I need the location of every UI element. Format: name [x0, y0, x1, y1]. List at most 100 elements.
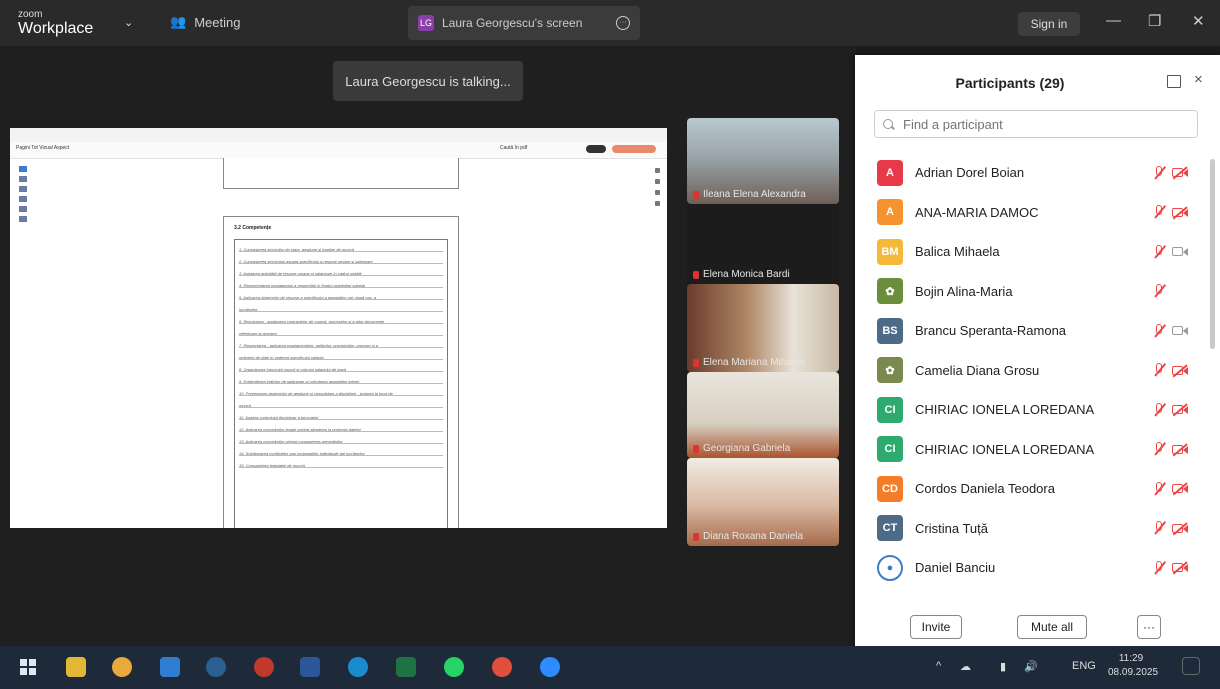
participant-name: Cristina Tuță [915, 520, 988, 536]
windows-start-icon[interactable] [18, 657, 38, 677]
muted-mic-icon[interactable] [1152, 560, 1166, 575]
shared-browser-bar [10, 128, 667, 143]
avatar: CI [877, 396, 903, 423]
muted-mic-icon[interactable] [1152, 205, 1166, 219]
system-clock[interactable]: 11:29 08.09.2025 [1108, 652, 1158, 680]
tray-chevron-icon[interactable]: ^ [936, 660, 941, 672]
word-icon[interactable] [300, 657, 320, 677]
minimize-icon[interactable]: — [1106, 12, 1121, 29]
shared-screen[interactable]: Pagini Tot Vizual Aspect Caută în pdf 3.… [10, 128, 667, 528]
video-tile[interactable]: Diana Roxana Daniela [687, 458, 839, 546]
whatsapp-icon[interactable] [444, 657, 464, 677]
participant-search[interactable] [874, 110, 1198, 138]
notifications-icon[interactable] [1182, 657, 1200, 675]
windows-taskbar: ^ ☁ ▮ 🔊 ENG 11:29 08.09.2025 [0, 646, 1220, 689]
file-explorer-icon[interactable] [66, 657, 86, 677]
chrome-profile-icon[interactable] [492, 657, 512, 677]
avatar: A [877, 159, 903, 186]
participant-row[interactable]: BS Brancu Speranta-Ramona [855, 311, 1210, 351]
zoom-workplace-logo[interactable]: zoom Workplace [18, 10, 93, 37]
logo-top: zoom [18, 9, 43, 20]
muted-mic-icon[interactable] [1152, 442, 1166, 456]
video-tile-name: Georgiana Gabriela [703, 443, 791, 454]
video-tile[interactable]: Elena Monica Bardi [687, 204, 839, 284]
meeting-tab[interactable]: 👥 Meeting [170, 14, 240, 30]
muted-mic-icon [693, 532, 699, 541]
invite-button[interactable]: Invite [910, 615, 962, 639]
close-panel-icon[interactable]: × [1194, 71, 1203, 88]
avatar: BS [877, 317, 903, 344]
video-off-icon[interactable] [1172, 365, 1188, 376]
muted-mic-icon[interactable] [1152, 521, 1166, 535]
muted-mic-icon[interactable] [1152, 165, 1166, 180]
doc-line: ordinelor de date în vederea specificulu… [239, 355, 443, 360]
restore-icon[interactable]: ❐ [1148, 12, 1161, 30]
doc-line: 5. Aplicarea sistemelor de resurse a spe… [239, 295, 443, 300]
participant-search-input[interactable] [901, 115, 1185, 133]
doc-competences-box: 1. Cunoașterea serviciilor de stare, ges… [234, 239, 448, 528]
video-on-icon[interactable] [1172, 246, 1188, 257]
video-off-icon[interactable] [1172, 207, 1188, 218]
excel-icon[interactable] [396, 657, 416, 677]
participant-row[interactable]: CD Cordos Daniela Teodora [855, 469, 1210, 509]
sign-in-button[interactable]: Sign in [1018, 12, 1080, 36]
participant-row[interactable]: CT Cristina Tuță [855, 509, 1210, 549]
participant-row[interactable]: A Adrian Dorel Boian [855, 153, 1210, 193]
video-tile-name: Elena Mariana Mihaela [703, 357, 806, 368]
volume-icon[interactable]: 🔊 [1024, 660, 1038, 673]
pop-out-icon[interactable] [1167, 75, 1181, 88]
clock-time: 11:29 [1118, 653, 1144, 664]
doc-line: 2. Cunoașterea serviciului asupra specif… [239, 259, 443, 264]
outlook-icon[interactable] [160, 657, 180, 677]
muted-mic-icon[interactable] [1152, 363, 1166, 377]
participant-row[interactable]: ✿ Camelia Diana Grosu [855, 351, 1210, 391]
participant-row[interactable]: A ANA-MARIA DAMOC [855, 193, 1210, 233]
video-off-icon[interactable] [1172, 167, 1188, 178]
doc-line: referitoare la acestea [239, 331, 443, 336]
zoom-taskbar-icon[interactable] [540, 657, 560, 677]
mute-all-button[interactable]: Mute all [1017, 615, 1087, 639]
participants-scrollbar[interactable] [1210, 159, 1215, 349]
participant-row[interactable]: CI CHIRIAC IONELA LOREDANA [855, 390, 1210, 430]
chrome-icon[interactable] [112, 657, 132, 677]
participant-row[interactable]: BM Balica Mihaela [855, 232, 1210, 272]
muted-mic-icon[interactable] [1152, 481, 1166, 496]
app-icon[interactable] [254, 657, 274, 677]
muted-mic-icon[interactable] [1152, 244, 1166, 259]
video-on-icon[interactable] [1172, 325, 1188, 336]
shared-doc-toolbar: Pagini Tot Vizual Aspect Caută în pdf [10, 142, 667, 159]
language-indicator[interactable]: ENG [1072, 660, 1096, 672]
avatar: A [877, 199, 903, 226]
shared-doc-button [586, 145, 606, 153]
video-tile[interactable]: Ileana Elena Alexandra [687, 118, 839, 204]
video-off-icon[interactable] [1172, 562, 1188, 573]
video-tile[interactable]: Elena Mariana Mihaela [687, 284, 839, 372]
video-off-icon[interactable] [1172, 404, 1188, 415]
video-off-icon[interactable] [1172, 523, 1188, 534]
more-button[interactable]: ··· [1137, 615, 1161, 639]
muted-mic-icon[interactable] [1152, 323, 1166, 338]
participant-row[interactable]: ✿ Bojin Alina-Maria [855, 272, 1210, 312]
muted-mic-icon[interactable] [1152, 402, 1166, 417]
battery-icon[interactable]: ▮ [1000, 660, 1006, 673]
network-icon[interactable]: ☁ [960, 660, 971, 673]
shared-doc-left-tools [16, 162, 30, 252]
participant-row[interactable]: CI CHIRIAC IONELA LOREDANA [855, 430, 1210, 470]
close-icon[interactable]: ✕ [1192, 12, 1205, 30]
logo-bottom: Workplace [18, 20, 94, 37]
shared-screen-tab-label: Laura Georgescu's screen [442, 16, 583, 30]
more-options-icon[interactable]: ··· [616, 16, 630, 30]
video-tile[interactable]: Georgiana Gabriela [687, 372, 839, 458]
chevron-down-icon[interactable]: ⌄ [124, 16, 133, 29]
edge-icon[interactable] [348, 657, 368, 677]
participant-row[interactable]: ● Daniel Banciu [855, 548, 1210, 588]
video-tile-name: Diana Roxana Daniela [703, 531, 804, 542]
shared-screen-tab[interactable]: LG Laura Georgescu's screen ··· [408, 6, 640, 40]
video-off-icon[interactable] [1172, 444, 1188, 455]
video-off-icon[interactable] [1172, 483, 1188, 494]
participant-name: CHIRIAC IONELA LOREDANA [915, 441, 1095, 457]
muted-mic-icon[interactable] [1152, 284, 1166, 298]
doc-line: 14. Soluționarea conflictelor sau reclam… [239, 451, 443, 456]
participant-name: Adrian Dorel Boian [915, 165, 1025, 181]
app-icon[interactable] [206, 657, 226, 677]
